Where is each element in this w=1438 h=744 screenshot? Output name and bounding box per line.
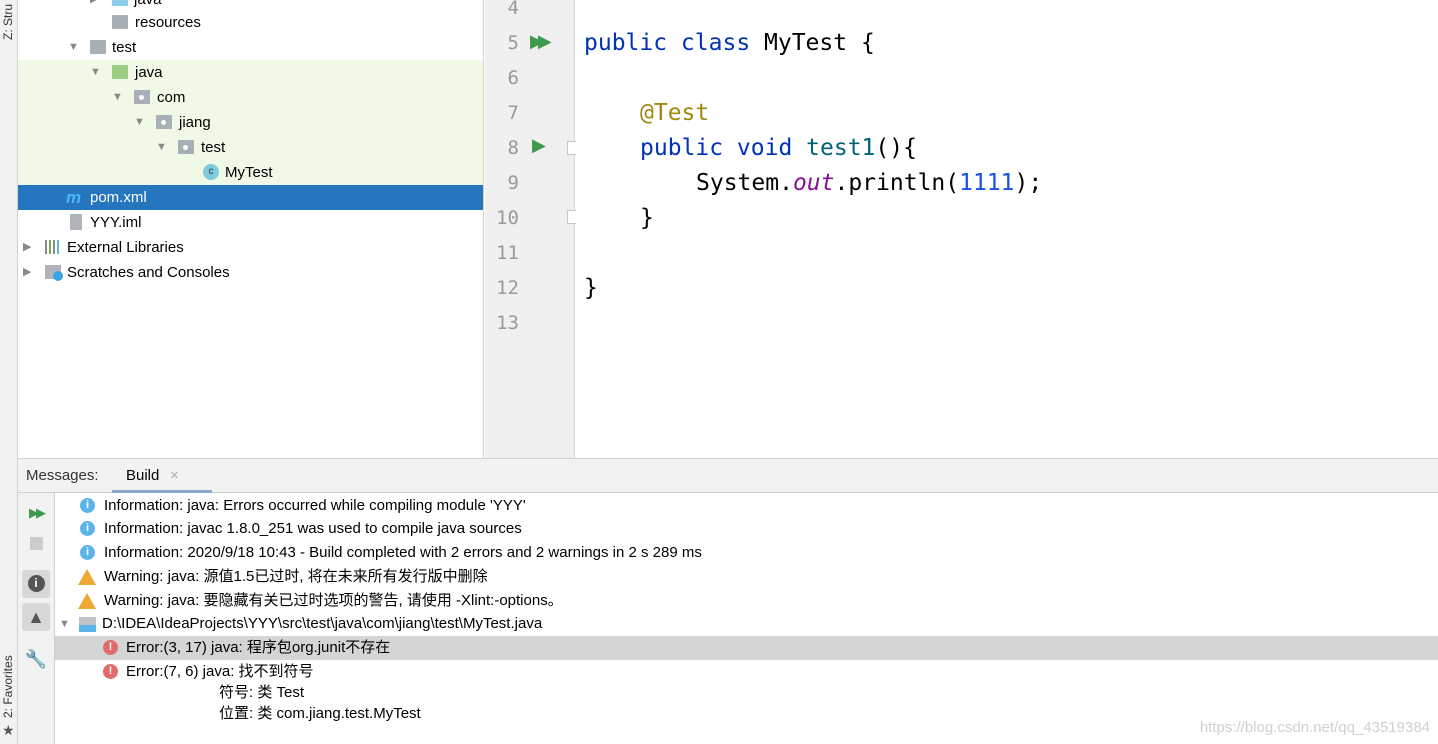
line-number: 6 [507,67,519,89]
error-icon: ! [103,664,118,679]
star-icon: ★ [2,722,15,738]
code-line: } [584,275,598,301]
tree-item-label: test [201,139,226,156]
line-number: 11 [496,242,519,264]
folder-icon [90,40,106,54]
left-tool-strip: Z: Stru 2: Favorites ★ [0,0,18,744]
message-row-selected[interactable]: ! Error:(3, 17) java: 程序包org.junit不存在 [55,636,1438,660]
code-line: public class MyTest { [584,30,875,56]
tree-item[interactable]: ▶ Scratches and Consoles [18,260,483,285]
warning-icon [78,593,96,609]
scratches-icon [45,265,63,281]
message-text: Warning: java: 要隐藏有关已过时选项的警告, 请使用 -Xlint… [104,592,563,609]
line-number: 9 [507,172,519,194]
message-text: Warning: java: 源值1.5已过时, 将在未来所有发行版中删除 [104,568,488,585]
folder-blue-icon [112,0,128,6]
messages-panel: Messages: Build × ▶▶ i ▲ 🔧 i Information:… [18,458,1438,744]
message-text: Information: 2020/9/18 10:43 - Build com… [104,544,702,561]
message-text: Information: javac 1.8.0_251 was used to… [104,520,522,537]
code-editor[interactable]: public class MyTest { @Test public void … [576,0,1438,458]
warning-icon [78,569,96,585]
code-line: @Test [640,100,710,126]
tree-item-label: java [135,64,163,81]
expand-arrow-icon[interactable]: ▼ [59,612,70,636]
message-text: 位置: 类 com.jiang.test.MyTest [219,705,421,722]
message-row[interactable]: i Information: java: Errors occurred whil… [55,494,1438,518]
message-text: Error:(3, 17) java: 程序包org.junit不存在 [126,639,391,656]
tab-build[interactable]: Build × [112,459,212,493]
message-row[interactable]: i Information: javac 1.8.0_251 was used t… [55,517,1438,541]
tree-item[interactable]: ▶ External Libraries [18,235,483,260]
close-icon[interactable]: × [170,467,179,484]
tree-item-label: External Libraries [67,239,184,256]
run-all-tests-icon[interactable]: ▶▶ [530,31,552,52]
run-test-icon[interactable]: ▶ [532,135,546,156]
tab-label: Build [126,467,160,484]
tree-item-selected[interactable]: m pom.xml [18,185,483,210]
line-number: 10 [496,207,519,229]
java-file-icon [79,617,96,632]
line-number: 8 [507,137,519,159]
code-line: } [640,205,654,231]
line-number: 12 [496,277,519,299]
libraries-icon [45,240,61,254]
tree-item-label: MyTest [225,164,273,181]
folder-green-icon [112,65,128,79]
message-row[interactable]: i Information: 2020/9/18 10:43 - Build co… [55,541,1438,565]
maven-icon: m [66,188,82,207]
iml-file-icon [70,214,82,230]
resources-folder-icon [112,15,128,29]
info-icon: i [80,498,95,513]
tree-item[interactable]: YYY.iml [18,210,483,235]
messages-tab-bar: Messages: Build × [18,459,1438,493]
favorites-tool-button[interactable]: 2: Favorites [1,655,15,718]
file-path: D:\IDEA\IdeaProjects\YYY\src\test\java\c… [102,615,543,632]
tree-item-label: test [112,39,137,56]
message-text: Information: java: Errors occurred while… [104,497,526,514]
tree-item[interactable]: c MyTest [18,160,483,185]
code-line: public void test1(){ [640,135,917,161]
rerun-icon[interactable]: ▶▶ [22,499,50,527]
tree-item[interactable]: ▼ test [18,135,483,160]
tree-item-label: pom.xml [90,189,147,206]
messages-label: Messages: [26,467,99,484]
message-row[interactable]: Warning: java: 要隐藏有关已过时选项的警告, 请使用 -Xlint… [55,589,1438,613]
show-warnings-toggle[interactable]: ▲ [22,603,50,631]
package-icon [178,140,194,154]
watermark: https://blog.csdn.net/qq_43519384 [1199,719,1430,736]
tree-item[interactable]: ▼ java [18,60,483,85]
tree-item-label: YYY.iml [90,214,142,231]
tree-item-label: com [157,89,186,106]
tree-item-label: resources [135,14,201,31]
file-group-row[interactable]: ▼ D:\IDEA\IdeaProjects\YYY\src\test\java\… [55,612,1438,636]
error-icon: ! [103,640,118,655]
line-number: 5 [507,32,519,54]
tree-item[interactable]: resources [18,10,483,35]
code-line: System.out.println(1111); [696,170,1043,196]
info-icon: i [80,521,95,536]
line-number: 13 [496,312,519,334]
tree-item-label: jiang [179,114,211,131]
project-tree: ▶java resources ▼test ▼java ▼com ▼jiang … [18,0,484,458]
info-icon: i [80,545,95,560]
tree-item-label: Scratches and Consoles [67,264,230,281]
package-icon [156,115,172,129]
line-number: 4 [507,0,519,19]
message-row[interactable]: Warning: java: 源值1.5已过时, 将在未来所有发行版中删除 [55,565,1438,589]
tree-item[interactable]: ▼ com [18,85,483,110]
tree-item[interactable]: ▼ jiang [18,110,483,135]
show-info-toggle[interactable]: i [22,570,50,598]
package-icon [134,90,150,104]
test-class-icon: c [203,164,219,180]
messages-toolbar: ▶▶ i ▲ 🔧 [18,493,55,744]
tree-item[interactable]: ▼ test [18,35,483,60]
stop-icon[interactable] [22,530,50,558]
editor-gutter: 4 5 6 7 8 9 10 11 12 13 ▶▶ ▶ [485,0,581,458]
structure-tool-button[interactable]: Z: Stru [1,4,15,40]
line-number: 7 [507,102,519,124]
wrench-icon[interactable]: 🔧 [22,645,50,673]
